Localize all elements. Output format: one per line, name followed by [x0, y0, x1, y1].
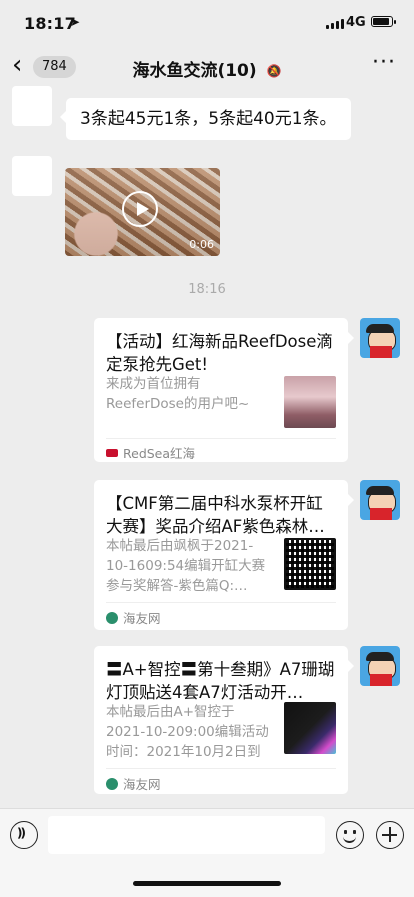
status-time: 18:17	[24, 14, 76, 33]
video-duration: 0:06	[189, 238, 214, 251]
avatar[interactable]	[12, 86, 52, 126]
card-divider	[106, 438, 336, 439]
card-source-name: RedSea红海	[123, 446, 196, 461]
video-message[interactable]: 0:06	[65, 168, 220, 256]
emoji-icon[interactable]	[336, 821, 364, 849]
redsea-logo-icon	[106, 448, 118, 457]
card-divider	[106, 602, 336, 603]
card-title: 〓A+智控〓第十叁期》A7珊瑚灯顶贴送4套A7灯活动开…	[106, 660, 335, 702]
haiyou-logo-icon	[106, 777, 118, 790]
qr-code-thumbnail	[284, 538, 336, 590]
card-thumbnail	[284, 376, 336, 428]
haiyou-logo-icon	[106, 611, 118, 624]
mute-bell-icon: 🔕	[266, 64, 282, 78]
card-title: 【活动】红海新品ReefDose滴定泵抢先Get!	[106, 332, 333, 374]
message-input[interactable]	[48, 816, 325, 854]
battery-icon	[371, 16, 396, 27]
card-source-name: 海友网	[123, 611, 161, 626]
more-dots-icon[interactable]: ···	[372, 52, 396, 74]
network-type: 4G	[346, 15, 366, 30]
card-description: 来成为首位拥有ReeferDose的用户吧~	[106, 376, 250, 412]
card-source: 海友网	[106, 774, 161, 793]
status-bar: 18:17 ➤ 4G	[0, 0, 414, 44]
card-description: 本帖最后由A+智控于2021-10-209:00编辑活动时间：2021年10月2…	[106, 704, 269, 760]
avatar[interactable]	[360, 318, 400, 358]
card-source-name: 海友网	[123, 777, 161, 792]
link-card[interactable]: 【CMF第二届中科水泵杯开缸大赛】奖品介绍AF紫色森林… 本帖最后由飒枫于202…	[94, 480, 354, 630]
card-thumbnail	[284, 702, 336, 754]
avatar[interactable]	[12, 156, 52, 196]
chat-title-text: 海水鱼交流(10)	[132, 61, 257, 81]
link-card[interactable]: 〓A+智控〓第十叁期》A7珊瑚灯顶贴送4套A7灯活动开… 本帖最后由A+智控于2…	[94, 646, 354, 794]
card-description: 本帖最后由飒枫于2021-10-1609:54编辑开缸大赛参与奖解答-紫色篇Q:…	[106, 538, 266, 594]
location-arrow-icon: ➤	[70, 15, 81, 29]
plus-icon[interactable]	[376, 821, 404, 849]
card-divider	[106, 768, 336, 769]
home-indicator	[133, 881, 281, 886]
card-title: 【CMF第二届中科水泵杯开缸大赛】奖品介绍AF紫色森林…	[106, 494, 325, 536]
play-icon[interactable]	[122, 191, 158, 227]
message-timestamp: 18:16	[188, 282, 226, 297]
chat-title: 海水鱼交流(10) 🔕	[0, 56, 414, 81]
voice-icon[interactable]	[10, 821, 38, 849]
avatar[interactable]	[360, 480, 400, 520]
link-card[interactable]: 【活动】红海新品ReefDose滴定泵抢先Get! 来成为首位拥有ReeferD…	[94, 318, 354, 462]
card-source: 海友网	[106, 608, 161, 627]
chat-header: ‹ 784 海水鱼交流(10) 🔕 ···	[0, 44, 414, 88]
avatar[interactable]	[360, 646, 400, 686]
card-source: RedSea红海	[106, 443, 195, 462]
signal-icon	[326, 19, 344, 29]
message-bubble[interactable]: 3条起45元1条，5条起40元1条。	[60, 98, 351, 140]
